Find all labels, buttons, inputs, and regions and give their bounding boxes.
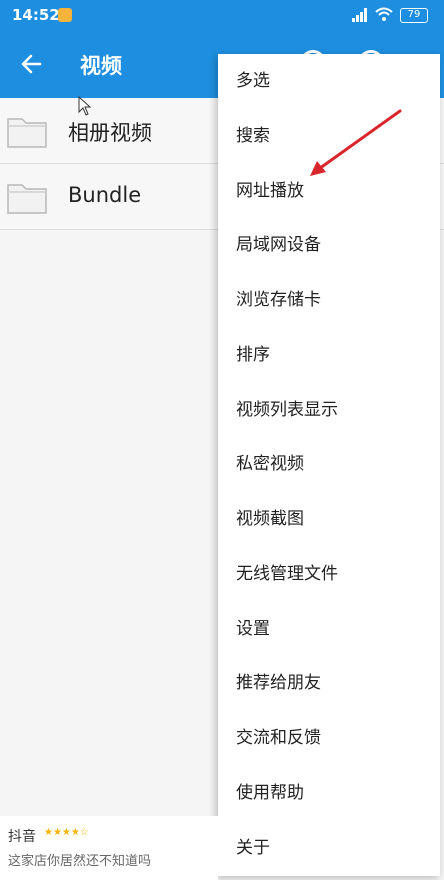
page-title: 视频 xyxy=(80,54,122,78)
signal-icon xyxy=(352,8,367,22)
menu-item-screenshot[interactable]: 视频截图 xyxy=(218,492,440,547)
menu-item-multi-select[interactable]: 多选 xyxy=(218,54,440,109)
ad-description: 这家店你居然还不知道吗 xyxy=(8,854,152,869)
ad-banner[interactable]: 抖音 ★★★★☆ 这家店你居然还不知道吗 xyxy=(0,816,218,880)
menu-item-wireless-files[interactable]: 无线管理文件 xyxy=(218,547,440,602)
ad-brand: 抖音 xyxy=(8,829,36,845)
battery-icon: 79 xyxy=(400,8,428,23)
back-arrow-icon[interactable] xyxy=(18,50,46,78)
folder-label: 相册视频 xyxy=(68,121,152,145)
menu-item-browse-storage[interactable]: 浏览存储卡 xyxy=(218,273,440,328)
menu-item-help[interactable]: 使用帮助 xyxy=(218,766,440,821)
wifi-icon xyxy=(375,7,393,21)
menu-item-private-videos[interactable]: 私密视频 xyxy=(218,437,440,492)
menu-item-recommend[interactable]: 推荐给朋友 xyxy=(218,656,440,711)
folder-label: Bundle xyxy=(68,183,142,207)
annotation-arrow-icon xyxy=(310,109,402,176)
menu-item-sort[interactable]: 排序 xyxy=(218,328,440,383)
folder-icon xyxy=(7,184,47,214)
status-time: 14:52 xyxy=(12,6,60,24)
mouse-cursor-icon xyxy=(78,96,92,116)
folder-icon xyxy=(7,118,47,148)
menu-item-settings[interactable]: 设置 xyxy=(218,602,440,657)
notification-icon xyxy=(58,8,72,22)
rating-stars-icon: ★★★★☆ xyxy=(44,827,89,838)
menu-item-about[interactable]: 关于 xyxy=(218,821,440,876)
menu-item-lan-devices[interactable]: 局域网设备 xyxy=(218,218,440,273)
status-bar: 14:52 79 xyxy=(0,0,444,32)
menu-item-feedback[interactable]: 交流和反馈 xyxy=(218,711,440,766)
menu-item-list-display[interactable]: 视频列表显示 xyxy=(218,383,440,438)
